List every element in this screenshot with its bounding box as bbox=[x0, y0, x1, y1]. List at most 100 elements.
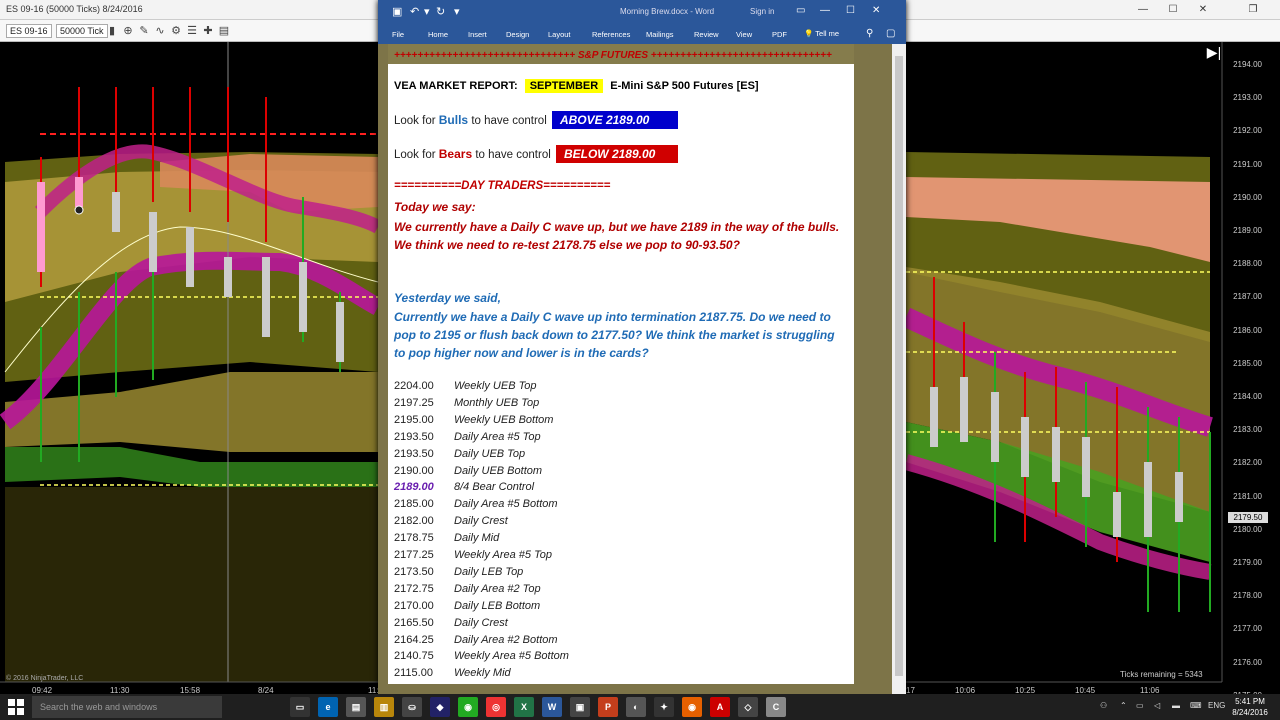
app-icon-2[interactable]: ◉ bbox=[458, 697, 478, 717]
app-icon-1[interactable]: ◆ bbox=[430, 697, 450, 717]
undo-icon[interactable]: ↶ bbox=[410, 6, 419, 18]
word-scrollbar[interactable] bbox=[892, 44, 906, 694]
word-close-icon[interactable]: ✕ bbox=[872, 5, 880, 16]
app-icon-3[interactable]: ▣ bbox=[570, 697, 590, 717]
tab-pdf[interactable]: PDF bbox=[772, 30, 787, 39]
language-indicator[interactable]: ENG bbox=[1208, 701, 1225, 710]
scroll-to-end-icon[interactable]: ▶| bbox=[1206, 44, 1222, 60]
level-name: Daily LEB Bottom bbox=[454, 599, 541, 612]
powerpoint-icon[interactable]: P bbox=[598, 697, 618, 717]
taskbar-clock[interactable]: 5:41 PM 8/24/2016 bbox=[1228, 696, 1272, 718]
tray-network-icon[interactable]: ▭ bbox=[1136, 701, 1144, 710]
share-icon[interactable]: ⚲ bbox=[866, 28, 873, 39]
tab-mailings[interactable]: Mailings bbox=[646, 30, 674, 39]
task-view-icon[interactable]: ▭ bbox=[290, 697, 310, 717]
document-page[interactable]: VEA MARKET REPORT: SEPTEMBER E-Mini S&P … bbox=[388, 64, 854, 684]
tab-file[interactable]: File bbox=[392, 30, 404, 39]
word-window: ▣ ↶ ▾ ↻ ▾ Morning Brew.docx - Word Sign … bbox=[378, 0, 906, 694]
undo-dropdown-icon[interactable]: ▾ bbox=[424, 6, 430, 18]
bulls-control-line: Look for Bulls to have control ABOVE 218… bbox=[394, 111, 678, 129]
level-price: 2204.00 bbox=[394, 380, 434, 392]
yesterday-heading: Yesterday we said, bbox=[394, 291, 501, 305]
tray-people-icon[interactable]: ⚇ bbox=[1100, 701, 1107, 710]
level-name: Weekly UEB Top bbox=[454, 380, 537, 392]
folder-icon[interactable]: ▥ bbox=[374, 697, 394, 717]
save-icon[interactable]: ▣ bbox=[392, 6, 402, 18]
zoom-icon[interactable]: ⊕ bbox=[120, 23, 136, 39]
acrobat-icon[interactable]: A bbox=[710, 697, 730, 717]
redo-icon[interactable]: ↻ bbox=[436, 6, 445, 18]
level-price: 2197.25 bbox=[394, 396, 434, 409]
level-name: Daily Area #2 Bottom bbox=[454, 633, 558, 646]
level-price: 2193.50 bbox=[394, 447, 434, 460]
ninjatrader-icon[interactable]: C bbox=[766, 697, 786, 717]
level-price: 2182.00 bbox=[394, 515, 434, 528]
firefox-icon[interactable]: ◉ bbox=[682, 697, 702, 717]
price-axis-label: 2193.00 bbox=[1233, 93, 1262, 103]
chrome-icon[interactable]: ◎ bbox=[486, 697, 506, 717]
tab-view[interactable]: View bbox=[736, 30, 752, 39]
app-icon-6[interactable]: ◇ bbox=[738, 697, 758, 717]
level-name: Daily UEB Top bbox=[454, 447, 526, 460]
level-row: 2190.00 Daily UEB Bottom bbox=[394, 463, 542, 480]
clock-date: 8/24/2016 bbox=[1232, 708, 1268, 717]
copyright-text: © 2016 NinjaTrader, LLC bbox=[6, 675, 84, 682]
tray-battery-icon[interactable]: ▬ bbox=[1172, 701, 1180, 710]
indicator-icon[interactable]: ∿ bbox=[152, 23, 168, 39]
tab-insert[interactable]: Insert bbox=[468, 30, 487, 39]
strategy-icon[interactable]: ⚙ bbox=[168, 23, 184, 39]
edge-icon[interactable]: e bbox=[318, 697, 338, 717]
tray-volume-icon[interactable]: ◁ bbox=[1154, 701, 1160, 710]
tray-arrow-icon[interactable]: ⌃ bbox=[1120, 701, 1127, 710]
taskbar-search-box[interactable]: Search the web and windows bbox=[32, 696, 222, 718]
bears-pre: Look for bbox=[394, 149, 436, 161]
level-name: Weekly Mid bbox=[454, 667, 511, 680]
word-maximize-icon[interactable]: ☐ bbox=[846, 5, 855, 16]
bar-type-icon[interactable]: ▮ bbox=[104, 23, 120, 39]
file-explorer-icon[interactable]: ▤ bbox=[346, 697, 366, 717]
tab-home[interactable]: Home bbox=[428, 30, 448, 39]
properties-icon[interactable]: ☰ bbox=[184, 23, 200, 39]
sign-in-link[interactable]: Sign in bbox=[750, 7, 774, 16]
windows-start-icon[interactable] bbox=[8, 699, 24, 715]
level-price: 2115.00 bbox=[394, 667, 433, 680]
scroll-thumb[interactable] bbox=[895, 56, 903, 676]
word-title-bar: ▣ ↶ ▾ ↻ ▾ Morning Brew.docx - Word Sign … bbox=[378, 0, 906, 24]
tab-review[interactable]: Review bbox=[694, 30, 719, 39]
crosshair-icon[interactable]: ✚ bbox=[200, 23, 216, 39]
word-minimize-icon[interactable]: — bbox=[820, 5, 830, 16]
last-price-marker: 2179.50 bbox=[1228, 512, 1268, 523]
app-icon-4[interactable]: ◐ bbox=[626, 697, 646, 717]
tab-layout[interactable]: Layout bbox=[548, 30, 571, 39]
comments-icon[interactable]: ▢ bbox=[886, 28, 895, 39]
tab-references[interactable]: References bbox=[592, 30, 630, 39]
level-price: 2164.25 bbox=[394, 633, 434, 646]
bears-word: Bears bbox=[438, 147, 473, 161]
instrument-dropdown[interactable]: ES 09-16 bbox=[6, 24, 52, 38]
price-axis-label: 2177.00 bbox=[1233, 624, 1262, 634]
draw-pencil-icon[interactable]: ✎ bbox=[136, 23, 152, 39]
level-price: 2189.00 bbox=[394, 481, 434, 494]
level-row: 2172.75 Daily Area #2 Top bbox=[394, 581, 541, 598]
price-axis-label: 2189.00 bbox=[1233, 226, 1262, 235]
close-icon[interactable]: ✕ bbox=[1190, 2, 1216, 17]
tell-me-box[interactable]: 💡 Tell me bbox=[804, 29, 839, 38]
template-icon[interactable]: ▤ bbox=[216, 23, 232, 39]
excel-icon[interactable]: X bbox=[514, 697, 534, 717]
window-restore-icon[interactable]: ❐ bbox=[1240, 2, 1266, 17]
ribbon-display-options-icon[interactable]: ▭ bbox=[796, 5, 805, 16]
tray-keyboard-icon[interactable]: ⌨ bbox=[1190, 701, 1202, 710]
level-price: 2195.00 bbox=[394, 413, 434, 426]
level-price: 2165.50 bbox=[394, 616, 434, 629]
minimize-icon[interactable]: — bbox=[1130, 2, 1156, 17]
word-taskbar-icon[interactable]: W bbox=[542, 697, 562, 717]
app-icon-5[interactable]: ✦ bbox=[654, 697, 674, 717]
maximize-icon[interactable]: ☐ bbox=[1160, 2, 1186, 17]
tab-design[interactable]: Design bbox=[506, 30, 529, 39]
bulls-post: to have control bbox=[471, 115, 547, 127]
store-icon[interactable]: ⛀ bbox=[402, 697, 422, 717]
level-row: 2170.00 Daily LEB Bottom bbox=[394, 598, 540, 615]
interval-dropdown[interactable]: 50000 Tick bbox=[56, 24, 108, 38]
customize-quick-access-icon[interactable]: ▾ bbox=[454, 6, 460, 18]
price-axis-label: 2186.00 bbox=[1233, 325, 1262, 335]
